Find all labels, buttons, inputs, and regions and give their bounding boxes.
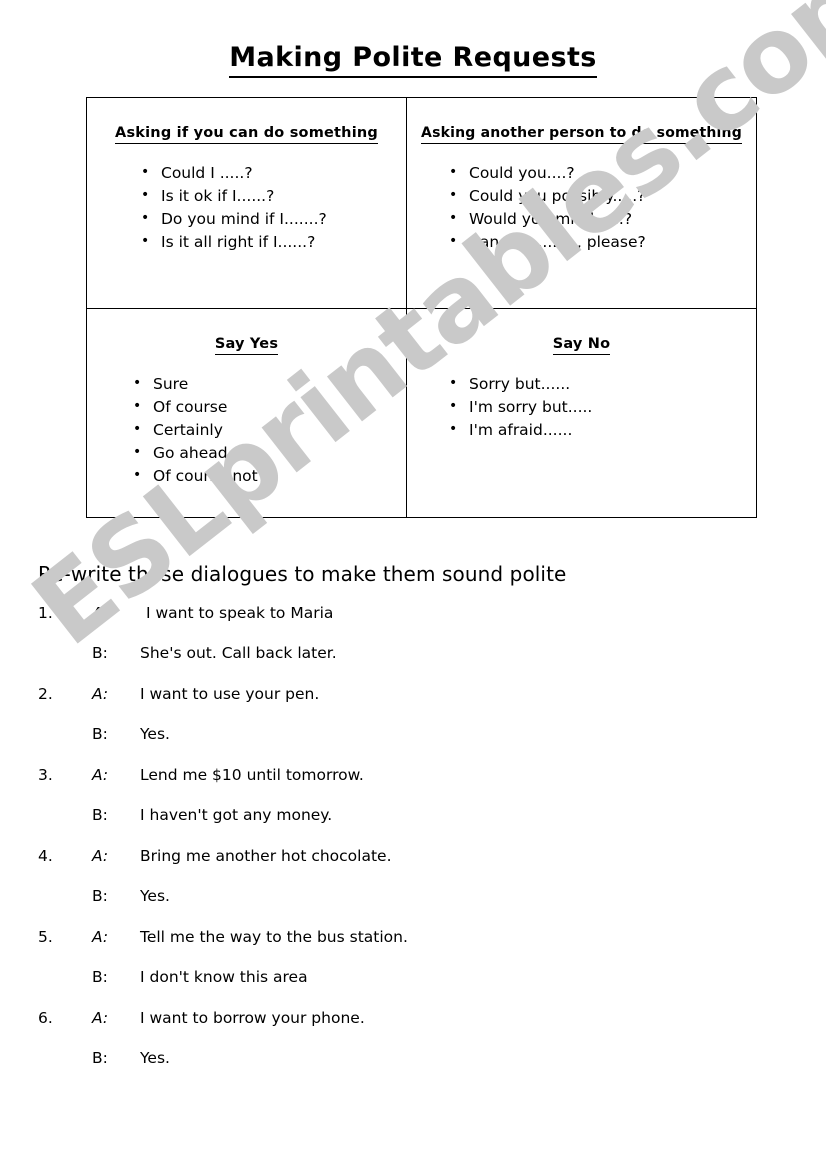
dialogue-line-b: B: Yes. — [0, 1049, 826, 1089]
page-title-text: Making Polite Requests — [229, 42, 597, 78]
utterance-b: Yes. — [140, 725, 170, 743]
phrase-list: Sorry but...... I'm sorry but..... I'm a… — [447, 372, 592, 442]
cell-heading-text: Say No — [552, 336, 611, 355]
dialogue-line-a: 1. A: I want to speak to Maria — [0, 604, 826, 644]
worksheet-page: Making Polite Requests Asking if you can… — [0, 0, 826, 1169]
dialogue-line-a: 6. A: I want to borrow your phone. — [0, 1009, 826, 1049]
phrase-list: Could I .....? Is it ok if I......? Do y… — [139, 161, 327, 254]
dialogue-item: 4. A: Bring me another hot chocolate. B:… — [0, 847, 826, 928]
utterance-b: Yes. — [140, 1049, 170, 1067]
speaker-label-a: A: — [92, 1009, 109, 1027]
speaker-label-a: A: — [92, 766, 109, 784]
dialogue-item: 3. A: Lend me $10 until tomorrow. B: I h… — [0, 766, 826, 847]
dialogue-line-b: B: I don't know this area — [0, 968, 826, 1008]
cell-heading-text: Asking if you can do something — [115, 125, 378, 144]
utterance-a: Lend me $10 until tomorrow. — [140, 766, 364, 784]
dialogue-line-b: B: She's out. Call back later. — [0, 644, 826, 684]
dialogue-number: 6. — [38, 1009, 53, 1027]
dialogue-number: 4. — [38, 847, 53, 865]
utterance-b: Yes. — [140, 887, 170, 905]
list-item: I'm sorry but..... — [447, 395, 592, 419]
list-item: Could I .....? — [139, 161, 327, 185]
table-cell-say-no: Say No Sorry but...... I'm sorry but....… — [407, 309, 756, 517]
speaker-label-b: B: — [92, 806, 108, 824]
speaker-label-b: B: — [92, 1049, 108, 1067]
list-item: Is it ok if I......? — [139, 184, 327, 208]
list-item: Sure — [131, 372, 258, 396]
list-item: Go ahead — [131, 441, 258, 465]
dialogue-line-a: 4. A: Bring me another hot chocolate. — [0, 847, 826, 887]
table-cell-say-yes: Say Yes Sure Of course Certainly Go ahea… — [87, 309, 407, 517]
utterance-a: I want to use your pen. — [140, 685, 320, 703]
dialogue-line-a: 5. A: Tell me the way to the bus station… — [0, 928, 826, 968]
list-item: Certainly — [131, 418, 258, 442]
speaker-label-a: A: — [92, 604, 109, 622]
cell-heading: Asking if you can do something — [87, 125, 406, 144]
cell-heading-text: Asking another person to do something — [421, 125, 742, 144]
dialogue-line-b: B: Yes. — [0, 887, 826, 927]
utterance-a: I want to borrow your phone. — [140, 1009, 365, 1027]
dialogue-number: 1. — [38, 604, 53, 622]
speaker-label-b: B: — [92, 887, 108, 905]
cell-heading-text: Say Yes — [214, 336, 279, 355]
speaker-label-a: A: — [92, 928, 109, 946]
cell-heading: Asking another person to do something — [407, 125, 756, 144]
dialogue-line-b: B: Yes. — [0, 725, 826, 765]
speaker-label-a: A: — [92, 685, 109, 703]
utterance-b: I don't know this area — [140, 968, 308, 986]
list-item: Could you....? — [447, 161, 646, 185]
exercise-instruction: Re-write these dialogues to make them so… — [38, 562, 567, 586]
speaker-label-b: B: — [92, 968, 108, 986]
dialogue-number: 3. — [38, 766, 53, 784]
dialogue-line-a: 2. A: I want to use your pen. — [0, 685, 826, 725]
phrase-list: Could you....? Could you possibly.....? … — [447, 161, 646, 254]
phrase-list: Sure Of course Certainly Go ahead Of cou… — [131, 372, 258, 488]
utterance-a: I want to speak to Maria — [146, 604, 334, 622]
utterance-a: Tell me the way to the bus station. — [140, 928, 408, 946]
dialogue-item: 1. A: I want to speak to Maria B: She's … — [0, 604, 826, 685]
utterance-b: She's out. Call back later. — [140, 644, 337, 662]
list-item: Is it all right if I......? — [139, 230, 327, 254]
list-item: Would you mind......? — [447, 207, 646, 231]
dialogue-item: 6. A: I want to borrow your phone. B: Ye… — [0, 1009, 826, 1090]
dialogue-item: 5. A: Tell me the way to the bus station… — [0, 928, 826, 1009]
speaker-label-a: A: — [92, 847, 109, 865]
speaker-label-b: B: — [92, 725, 108, 743]
phrases-table: Asking if you can do something Could I .… — [86, 97, 757, 518]
list-item: Of course not — [131, 464, 258, 488]
list-item: I'm afraid...... — [447, 418, 592, 442]
dialogue-item: 2. A: I want to use your pen. B: Yes. — [0, 685, 826, 766]
utterance-b: I haven't got any money. — [140, 806, 333, 824]
list-item: Do you mind if I.......? — [139, 207, 327, 231]
speaker-label-b: B: — [92, 644, 108, 662]
table-cell-asking-self: Asking if you can do something Could I .… — [87, 98, 407, 309]
dialogue-line-a: 3. A: Lend me $10 until tomorrow. — [0, 766, 826, 806]
list-item: Could you possibly.....? — [447, 184, 646, 208]
cell-heading: Say No — [407, 336, 756, 355]
list-item: Sorry but...... — [447, 372, 592, 396]
utterance-a: Bring me another hot chocolate. — [140, 847, 392, 865]
page-title: Making Polite Requests — [0, 42, 826, 78]
dialogue-list: 1. A: I want to speak to Maria B: She's … — [0, 604, 826, 1090]
list-item: Of course — [131, 395, 258, 419]
list-item: Can you........., please? — [447, 230, 646, 254]
dialogue-line-b: B: I haven't got any money. — [0, 806, 826, 846]
cell-heading: Say Yes — [87, 336, 406, 355]
table-cell-asking-other: Asking another person to do something Co… — [407, 98, 756, 309]
dialogue-number: 2. — [38, 685, 53, 703]
dialogue-number: 5. — [38, 928, 53, 946]
